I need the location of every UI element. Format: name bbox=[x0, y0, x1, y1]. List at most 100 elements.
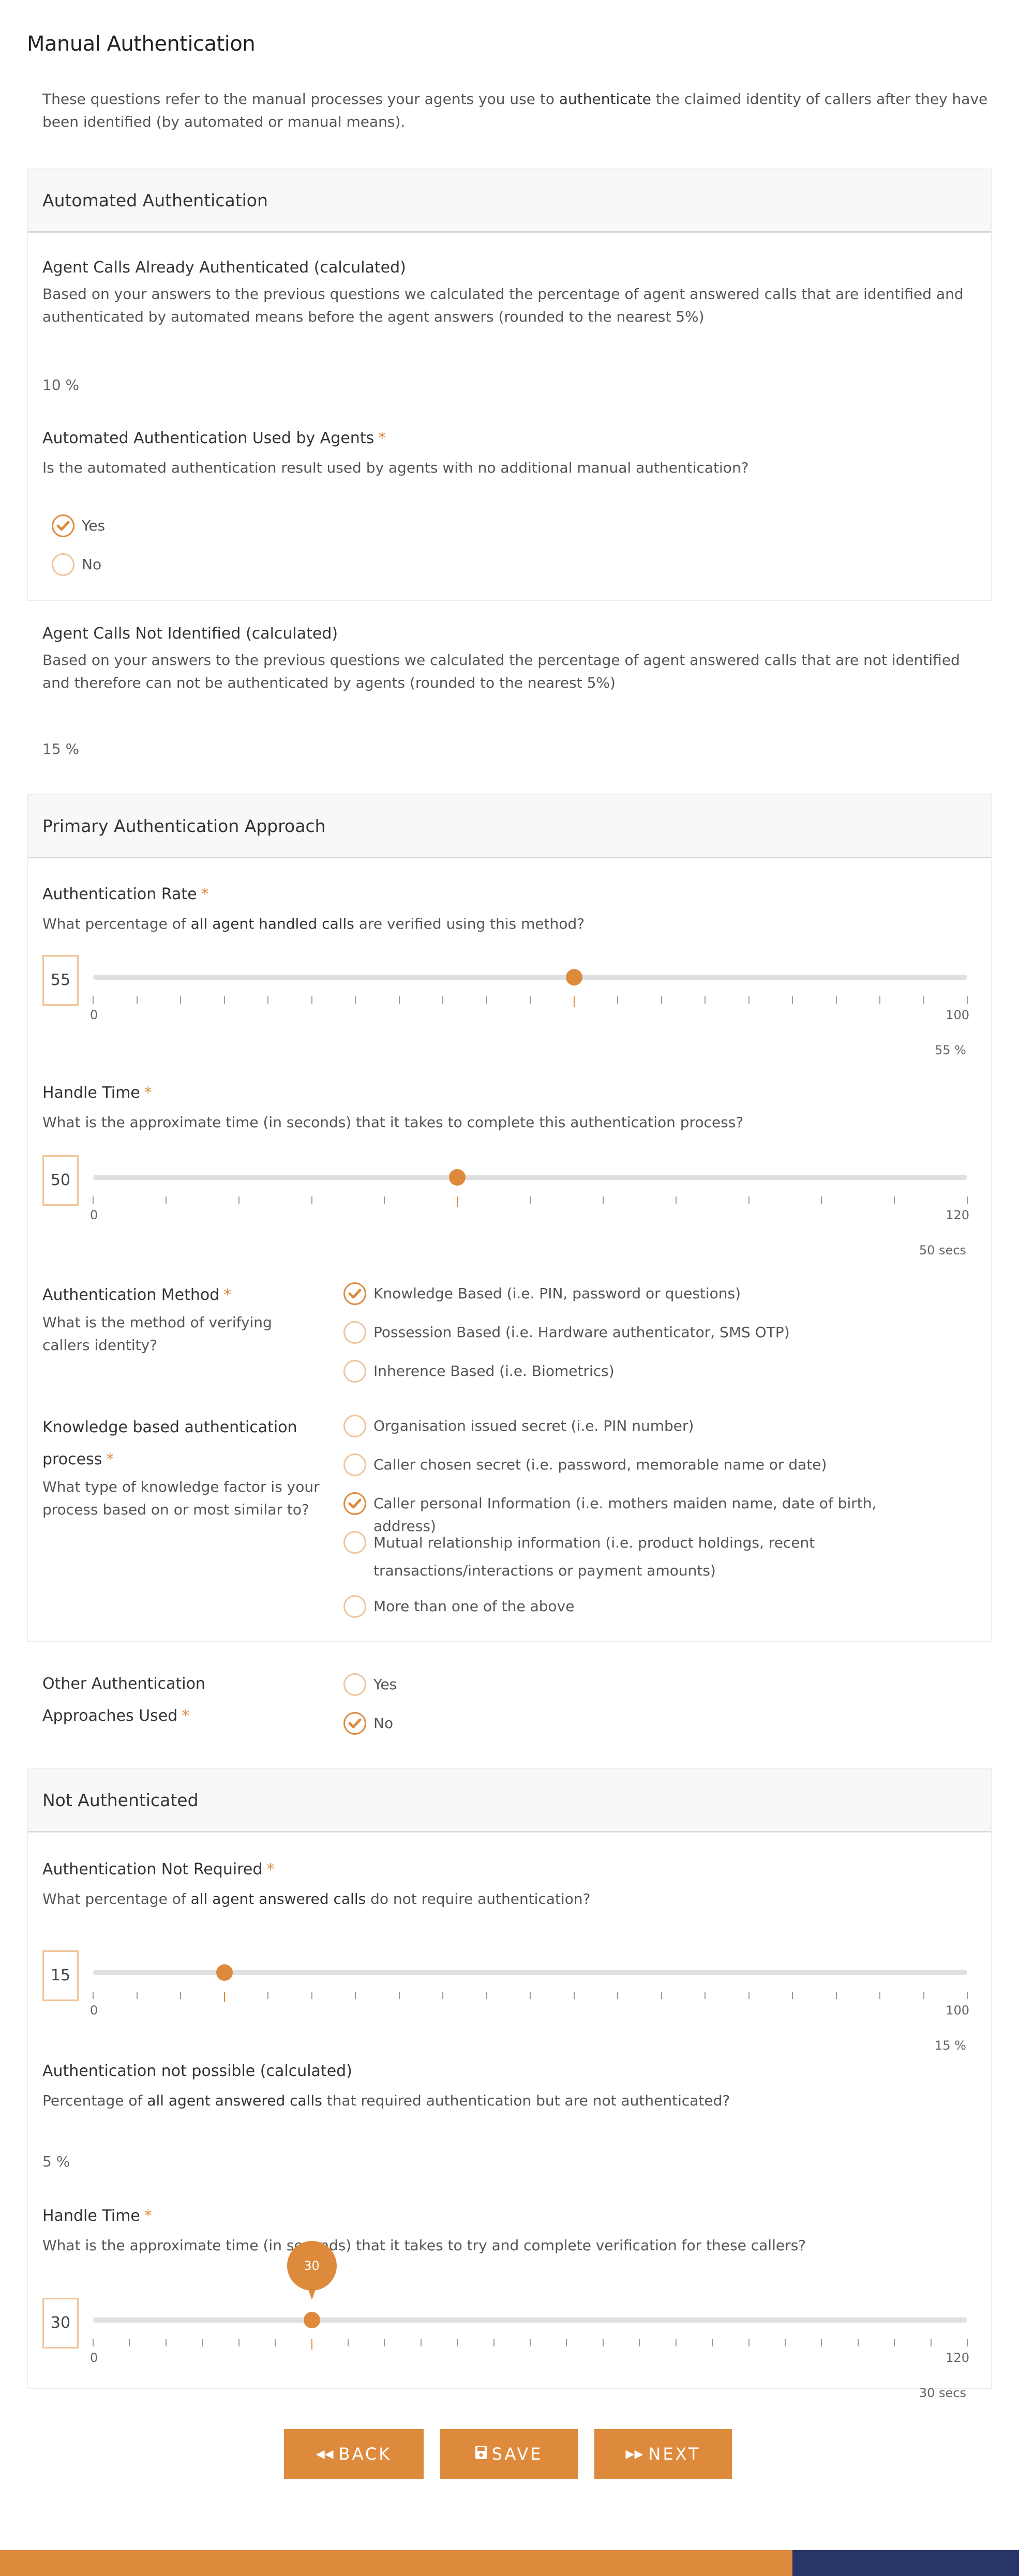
radio-option[interactable]: Caller personal Information (i.e. mother… bbox=[343, 1492, 938, 1535]
question-title-text: Handle Time bbox=[42, 2207, 140, 2225]
radio-option[interactable]: No bbox=[343, 1712, 397, 1751]
radio-option[interactable]: Yes bbox=[343, 1673, 397, 1712]
slider-tick bbox=[705, 996, 706, 1004]
slider-tick bbox=[930, 2339, 932, 2346]
radio-option[interactable]: Mutual relationship information (i.e. pr… bbox=[343, 1531, 938, 1595]
radio-unchecked-icon[interactable] bbox=[52, 553, 74, 576]
authentication-method-label: Authentication Method * What is the metho… bbox=[42, 1279, 322, 1357]
calculated-value: 10 % bbox=[42, 376, 80, 393]
slider-tick bbox=[136, 1992, 138, 1999]
slider-track[interactable]: 30 bbox=[93, 2241, 967, 2328]
radio-option[interactable]: More than one of the above bbox=[343, 1595, 938, 1634]
radio-checked-icon[interactable] bbox=[343, 1492, 366, 1515]
slider-tick bbox=[821, 1196, 822, 1204]
radio-option[interactable]: No bbox=[52, 553, 105, 592]
agent-calls-already-authenticated: Agent Calls Already Authenticated (calcu… bbox=[42, 259, 968, 328]
question-title: Authentication Method * bbox=[42, 1279, 322, 1311]
slider-tick bbox=[748, 1196, 750, 1204]
slider-tick bbox=[398, 1992, 400, 1999]
question-title: Automated Authentication Used by Agents * bbox=[42, 429, 968, 447]
radio-unchecked-icon[interactable] bbox=[343, 1673, 366, 1696]
slider-tick bbox=[857, 2339, 859, 2346]
question-description: Is the automated authentication result u… bbox=[42, 459, 749, 476]
radio-checked-icon[interactable] bbox=[343, 1282, 366, 1305]
radio-unchecked-icon[interactable] bbox=[343, 1595, 366, 1618]
slider-tick bbox=[93, 1992, 94, 1999]
radio-option[interactable]: Knowledge Based (i.e. PIN, password or q… bbox=[343, 1282, 790, 1321]
radio-option[interactable]: Organisation issued secret (i.e. PIN num… bbox=[343, 1415, 938, 1453]
back-button[interactable]: ◀◀ BACK bbox=[284, 2429, 424, 2479]
radio-option[interactable]: Yes bbox=[52, 514, 105, 553]
slider-tick bbox=[566, 2339, 567, 2346]
slider-readout: 15 % bbox=[935, 2038, 966, 2053]
knowledge-process-label: Knowledge based authentication process * … bbox=[42, 1412, 320, 1521]
authentication-rate: Authentication Rate * What percentage of … bbox=[42, 885, 968, 935]
next-button[interactable]: ▶▶ NEXT bbox=[594, 2429, 732, 2479]
slider-max-label: 120 bbox=[946, 2351, 969, 2365]
radio-checked-icon[interactable] bbox=[52, 514, 74, 537]
slider-tick bbox=[311, 1196, 312, 1204]
slider-tick bbox=[442, 996, 443, 1004]
slider-value-input[interactable]: 55 bbox=[42, 955, 79, 1006]
question-title: Authentication Not Required * bbox=[42, 1860, 968, 1878]
slider-value-input[interactable]: 30 bbox=[42, 2298, 79, 2348]
slider-thumb[interactable] bbox=[216, 1964, 233, 1981]
slider-min-label: 0 bbox=[90, 2351, 98, 2365]
slider-tick bbox=[967, 2339, 968, 2346]
slider-tick bbox=[675, 2339, 677, 2346]
slider-tick bbox=[384, 1196, 385, 1204]
radio-option[interactable]: Inherence Based (i.e. Biometrics) bbox=[343, 1360, 790, 1399]
slider-value-input[interactable]: 50 bbox=[42, 1155, 79, 1206]
question-description: What type of knowledge factor is your pr… bbox=[42, 1478, 320, 1518]
slider-tick bbox=[835, 996, 837, 1004]
slider-tick bbox=[93, 2339, 94, 2346]
slider-thumb[interactable] bbox=[449, 1169, 466, 1186]
slider-ticks bbox=[93, 996, 968, 1012]
save-button[interactable]: SAVE bbox=[440, 2429, 578, 2479]
knowledge-process-radio-group: Organisation issued secret (i.e. PIN num… bbox=[343, 1415, 938, 1634]
automated-authentication-panel: Automated Authentication bbox=[27, 169, 992, 601]
slider-track[interactable] bbox=[93, 969, 967, 986]
slider-ticks bbox=[93, 1992, 968, 2007]
slider-readout: 50 secs bbox=[919, 1243, 966, 1257]
slider-value-input[interactable]: 15 bbox=[42, 1950, 79, 2001]
intro-text-pre: These questions refer to the manual proc… bbox=[42, 90, 559, 108]
question-description: What is the approximate time (in seconds… bbox=[42, 1114, 744, 1131]
slider-tick bbox=[661, 1992, 662, 1999]
slider-tick bbox=[180, 996, 181, 1004]
slider-tick bbox=[835, 1992, 837, 1999]
authentication-not-required-slider: 15 0 100 15 % bbox=[42, 1950, 969, 2053]
slider-thumb[interactable] bbox=[303, 2312, 320, 2328]
radio-option[interactable]: Caller chosen secret (i.e. password, mem… bbox=[343, 1453, 938, 1492]
slider-tick bbox=[384, 2339, 385, 2346]
slider-thumb[interactable] bbox=[565, 969, 582, 986]
radio-unchecked-icon[interactable] bbox=[343, 1415, 366, 1437]
slider-tick bbox=[748, 996, 750, 1004]
slider-tick bbox=[639, 2339, 640, 2346]
radio-unchecked-icon[interactable] bbox=[343, 1453, 366, 1476]
authentication-method-radio-group: Knowledge Based (i.e. PIN, password or q… bbox=[343, 1282, 790, 1399]
slider-tick bbox=[398, 996, 400, 1004]
question-title-text: Authentication Not Required bbox=[42, 1860, 263, 1878]
question-description: What is the approximate time (in seconds… bbox=[42, 2237, 806, 2254]
slider-tick bbox=[748, 1992, 750, 1999]
desc-pre: Percentage of bbox=[42, 2092, 147, 2109]
double-chevron-right-icon: ▶▶ bbox=[625, 2447, 643, 2461]
question-title: Knowledge based authentication process * bbox=[42, 1412, 311, 1476]
slider-tick bbox=[967, 996, 968, 1004]
slider-tick bbox=[457, 2339, 458, 2346]
radio-checked-icon[interactable] bbox=[343, 1712, 366, 1735]
slider-tooltip-pointer bbox=[305, 2282, 318, 2300]
slider-tick bbox=[675, 1196, 677, 1204]
radio-option[interactable]: Possession Based (i.e. Hardware authenti… bbox=[343, 1321, 790, 1360]
radio-unchecked-icon[interactable] bbox=[343, 1321, 366, 1344]
panel-header: Automated Authentication bbox=[28, 170, 991, 233]
slider-track[interactable] bbox=[93, 1964, 967, 1981]
slider-track[interactable] bbox=[93, 1169, 967, 1186]
radio-unchecked-icon[interactable] bbox=[343, 1360, 366, 1383]
slider-tick bbox=[275, 2339, 276, 2346]
slider-tick bbox=[420, 2339, 422, 2346]
slider-tick bbox=[705, 1992, 706, 1999]
slider-tick bbox=[617, 996, 618, 1004]
radio-unchecked-icon[interactable] bbox=[343, 1531, 366, 1554]
